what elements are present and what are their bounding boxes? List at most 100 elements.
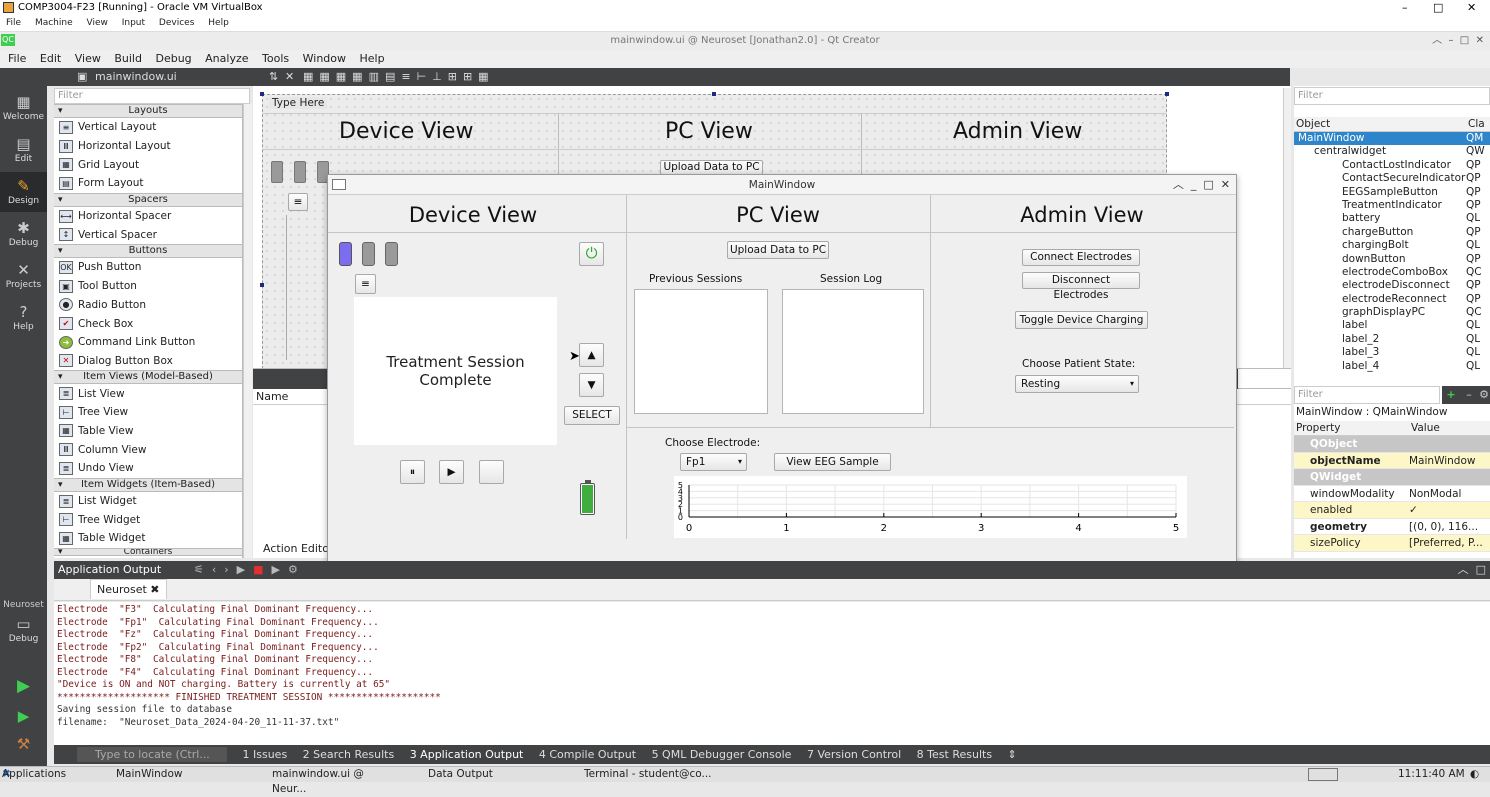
session-log-text[interactable] [782,289,924,414]
object-tree-row[interactable]: electrodeDisconnect QP [1294,279,1490,292]
previous-sessions-list[interactable] [634,289,768,414]
widget-table-widget[interactable]: ▦ Table Widget [54,529,242,548]
user-icon[interactable]: ◐ [1470,767,1479,782]
vbox-menu-help[interactable]: Help [208,18,229,28]
view-eeg-sample-button[interactable]: View EEG Sample [774,453,891,471]
minimize-icon[interactable]: – [1402,0,1408,16]
object-tree-row[interactable]: EEGSampleButton QP [1294,186,1490,199]
pane-selector-icon[interactable]: ⇕ [1008,748,1017,761]
vbox-menu-view[interactable]: View [87,18,108,28]
workspace-switcher[interactable] [1308,768,1338,781]
object-tree-row[interactable]: label_2 QL [1294,333,1490,346]
vbox-menu-devices[interactable]: Devices [159,18,194,28]
menu-placeholder[interactable]: Type Here [269,97,328,109]
prop-enabled[interactable]: enabled ✓ [1294,502,1490,519]
widget-horizontal-spacer[interactable]: ⟷ Horizontal Spacer [54,207,242,226]
widget-vertical-spacer[interactable]: ↕ Vertical Spacer [54,225,242,244]
qtc-menu-analyze[interactable]: Analyze [205,52,248,65]
design-vertical-scrollbar[interactable] [1283,88,1291,368]
object-tree-row[interactable]: battery QL [1294,212,1490,225]
form-indicator-1[interactable] [271,161,283,183]
prop-value[interactable]: MainWindow [1409,453,1490,469]
stop-button[interactable] [479,460,504,484]
object-tree-row[interactable]: electrodeComboBox QC [1294,266,1490,279]
remove-property-icon[interactable]: – [1460,386,1478,404]
prop-value-checkbox[interactable]: ✓ [1409,502,1490,518]
widget-filter-input[interactable]: Filter [54,88,250,104]
widget-vertical-layout[interactable]: ≡ Vertical Layout [54,118,242,137]
disconnect-electrodes-button[interactable]: Disconnect Electrodes [1022,272,1140,301]
object-tree-row[interactable]: chargeButton QP [1294,226,1490,239]
qtc-menu-edit[interactable]: Edit [40,52,61,65]
vbox-menu-input[interactable]: Input [122,18,145,28]
vbox-menu-machine[interactable]: Machine [35,18,73,28]
output-toolbar-icons[interactable]: ⚟‹›▶■▶⚙ [194,561,306,579]
power-button[interactable]: ⏻ [579,242,604,266]
pane-compile-output[interactable]: 4 Compile Output [539,748,636,761]
qtc-menu-file[interactable]: File [8,52,26,65]
object-tree-row[interactable]: label QL [1294,319,1490,332]
pane-search-results[interactable]: 2 Search Results [303,748,395,761]
menu-button[interactable]: ≡ [355,274,376,294]
prop-objectname[interactable]: objectName MainWindow [1294,452,1490,469]
object-tree-row[interactable]: ContactLostIndicator QP [1294,159,1490,172]
widget-table-view[interactable]: ▦ Table View [54,422,242,441]
debug-run-button[interactable]: ▶ [0,702,47,726]
pane-application-output[interactable]: 3 Application Output [410,748,524,761]
qtc-menu-view[interactable]: View [75,52,101,65]
category-containers[interactable]: Containers [54,547,242,556]
selection-handle[interactable] [260,92,264,96]
widget-tree-view[interactable]: ⊢ Tree View [54,403,242,422]
form-editor-tools[interactable]: ▦▦▦▦▥▤≡⊢⊥⊞⊞▦ [303,68,495,86]
qtc-menu-build[interactable]: Build [114,52,142,65]
connect-electrodes-button[interactable]: Connect Electrodes [1022,249,1140,266]
category-item-views[interactable]: Item Views (Model-Based) [54,370,242,385]
pane-version-control[interactable]: 7 Version Control [807,748,901,761]
qtc-window-controls[interactable]: ︿ – □ ✕ [1432,32,1484,50]
widget-box-scrollbar[interactable] [243,104,252,558]
selection-handle[interactable] [260,283,264,287]
widget-list-widget[interactable]: ≣ List Widget [54,492,242,511]
app-window-controls[interactable]: ︿ _ □ ✕ [1173,175,1230,195]
up-button[interactable]: ▲ [579,343,604,367]
pane-qml-debugger[interactable]: 5 QML Debugger Console [652,748,792,761]
object-filter-input[interactable]: Filter [1294,87,1490,105]
object-tree-row[interactable]: chargingBolt QL [1294,239,1490,252]
property-filter-input[interactable]: Filter [1294,386,1440,404]
add-property-icon[interactable]: + [1442,386,1460,404]
object-tree-row[interactable]: MainWindow QM [1294,132,1490,146]
upload-data-button[interactable]: Upload Data to PC [727,241,829,259]
object-tree-row[interactable]: ContactSecureIndicator QP [1294,172,1490,185]
widget-tree-widget[interactable]: ⊢ Tree Widget [54,510,242,529]
prop-value[interactable]: [Preferred, P... [1409,535,1490,551]
widget-tool-button[interactable]: ▣ Tool Button [54,277,242,296]
selection-handle[interactable] [1165,92,1169,96]
locator-input[interactable]: Type to locate (Ctrl... [77,747,227,762]
select-button[interactable]: SELECT [564,406,620,425]
mode-edit[interactable]: ▤ Edit [0,130,47,170]
kit-selector[interactable]: Neuroset ▭ Debug [0,600,47,660]
selection-handle[interactable] [712,92,716,96]
group-qobject[interactable]: QObject [1294,436,1490,453]
widget-undo-view[interactable]: ≣ Undo View [54,459,242,478]
widget-list-view[interactable]: ≣ List View [54,384,242,403]
category-spacers[interactable]: Spacers [54,192,242,207]
vbox-menu-file[interactable]: File [6,18,21,28]
widget-horizontal-layout[interactable]: Ⅲ Horizontal Layout [54,137,242,156]
mode-help[interactable]: ? Help [0,298,47,338]
object-tree-row[interactable]: electrodeReconnect QP [1294,293,1490,306]
toggle-charging-button[interactable]: Toggle Device Charging [1015,311,1148,329]
form-upload-button[interactable]: Upload Data to PC [660,160,763,175]
prop-geometry[interactable]: geometry [(0, 0), 116... [1294,519,1490,535]
mode-design[interactable]: ✎ Design [0,172,47,212]
prop-value[interactable]: [(0, 0), 116... [1409,519,1490,535]
widget-push-button[interactable]: OK Push Button [54,258,242,277]
widget-grid-layout[interactable]: ▦ Grid Layout [54,155,242,174]
widget-radio-button[interactable]: ● Radio Button [54,296,242,315]
pause-button[interactable]: ⏸ [400,460,425,484]
patient-state-combobox[interactable]: Resting ▾ [1015,375,1139,393]
close-tab-icon[interactable]: ✖ [150,583,159,596]
category-layouts[interactable]: Layouts [54,104,242,118]
play-button[interactable]: ▶ [439,460,464,484]
form-menu-button[interactable]: ≡ [288,193,308,211]
